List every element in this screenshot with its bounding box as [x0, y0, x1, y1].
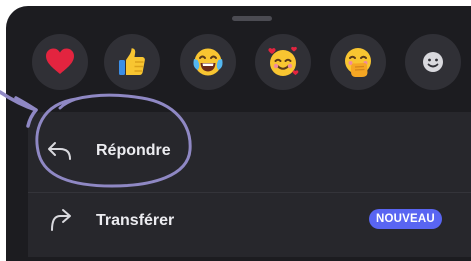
tears-of-joy-emoji-icon — [193, 48, 223, 76]
reply-label: Répondre — [96, 142, 171, 159]
smiling-face-with-hearts-emoji-icon — [268, 46, 299, 76]
face-with-hand-over-mouth-emoji-icon — [345, 48, 371, 77]
add-reaction-button[interactable] — [405, 34, 461, 90]
reaction-hand-over-mouth-button[interactable] — [330, 34, 386, 90]
menu-divider — [28, 192, 471, 193]
menu-item-reply[interactable] — [28, 118, 471, 188]
reaction-heart-button[interactable] — [32, 34, 88, 90]
forward-label: Transférer — [96, 212, 175, 229]
forward-arrow-icon — [51, 209, 71, 231]
thumbs-up-emoji-icon — [119, 48, 145, 75]
reaction-thumbs-up-button[interactable] — [104, 34, 160, 90]
reaction-smiling-face-with-hearts-button[interactable] — [255, 34, 311, 90]
reaction-tears-of-joy-button[interactable] — [180, 34, 236, 90]
heart-emoji-icon — [46, 48, 74, 74]
drag-handle[interactable] — [232, 16, 272, 21]
add-reaction-smiley-icon — [423, 52, 443, 72]
reply-arrow-icon — [48, 142, 71, 160]
new-feature-badge: NOUVEAU — [369, 209, 442, 229]
